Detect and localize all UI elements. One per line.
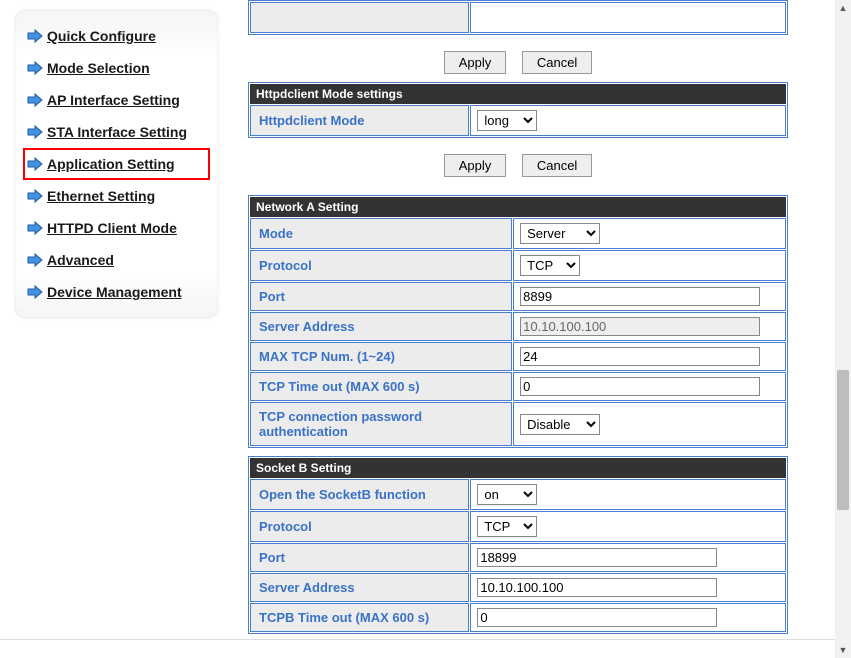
sidebar-item-label: Quick Configure bbox=[47, 28, 156, 44]
server-address-input bbox=[520, 317, 760, 336]
protocol-label: Protocol bbox=[250, 250, 512, 281]
open-socketb-label: Open the SocketB function bbox=[250, 479, 469, 510]
socket-b-section: Socket B Setting Open the SocketB functi… bbox=[248, 456, 788, 634]
arrow-right-icon bbox=[27, 125, 43, 139]
arrow-right-icon bbox=[27, 253, 43, 267]
port-input[interactable] bbox=[477, 548, 717, 567]
server-address-label: Server Address bbox=[250, 573, 469, 602]
httpdclient-mode-select[interactable]: long bbox=[477, 110, 537, 131]
sidebar-item-label: Mode Selection bbox=[47, 60, 150, 76]
open-socketb-select[interactable]: on bbox=[477, 484, 537, 505]
socket-b-header: Socket B Setting bbox=[250, 458, 786, 478]
sidebar-item-label: HTTPD Client Mode bbox=[47, 220, 177, 236]
apply-button[interactable]: Apply bbox=[444, 154, 507, 177]
protocol-label: Protocol bbox=[250, 511, 469, 542]
arrow-right-icon bbox=[27, 189, 43, 203]
max-tcp-label: MAX TCP Num. (1~24) bbox=[250, 342, 512, 371]
button-row-2: Apply Cancel bbox=[248, 146, 788, 185]
tcp-auth-label: TCP connection password authentication bbox=[250, 402, 512, 446]
port-label: Port bbox=[250, 282, 512, 311]
sidebar-menu: Quick Configure Mode Selection AP Interf… bbox=[15, 10, 218, 318]
mode-label: Mode bbox=[250, 218, 512, 249]
server-address-input[interactable] bbox=[477, 578, 717, 597]
port-label: Port bbox=[250, 543, 469, 572]
tcpb-timeout-input[interactable] bbox=[477, 608, 717, 627]
sidebar-item-label: Application Setting bbox=[47, 156, 175, 172]
apply-button[interactable]: Apply bbox=[444, 51, 507, 74]
arrow-right-icon bbox=[27, 157, 43, 171]
httpdclient-mode-label: Httpdclient Mode bbox=[250, 105, 469, 136]
partial-top-section bbox=[248, 0, 788, 35]
sidebar-item-quick-configure[interactable]: Quick Configure bbox=[23, 20, 210, 52]
cancel-button[interactable]: Cancel bbox=[522, 51, 592, 74]
sidebar: Quick Configure Mode Selection AP Interf… bbox=[0, 0, 218, 639]
network-a-header: Network A Setting bbox=[250, 197, 786, 217]
sidebar-item-advanced[interactable]: Advanced bbox=[23, 244, 210, 276]
arrow-right-icon bbox=[27, 61, 43, 75]
arrow-right-icon bbox=[27, 93, 43, 107]
port-input[interactable] bbox=[520, 287, 760, 306]
sidebar-item-label: AP Interface Setting bbox=[47, 92, 180, 108]
sidebar-item-sta-interface[interactable]: STA Interface Setting bbox=[23, 116, 210, 148]
partial-row-value bbox=[470, 2, 786, 33]
tcp-auth-select[interactable]: Disable bbox=[520, 414, 600, 435]
sidebar-item-label: Ethernet Setting bbox=[47, 188, 155, 204]
scroll-thumb[interactable] bbox=[837, 370, 849, 510]
httpdclient-header: Httpdclient Mode settings bbox=[250, 84, 786, 104]
scroll-up-icon[interactable]: ▲ bbox=[835, 0, 851, 16]
mode-select[interactable]: Server bbox=[520, 223, 600, 244]
sidebar-item-ap-interface[interactable]: AP Interface Setting bbox=[23, 84, 210, 116]
scroll-down-icon[interactable]: ▼ bbox=[835, 642, 851, 658]
max-tcp-input[interactable] bbox=[520, 347, 760, 366]
sidebar-item-mode-selection[interactable]: Mode Selection bbox=[23, 52, 210, 84]
sidebar-item-label: Device Management bbox=[47, 284, 182, 300]
arrow-right-icon bbox=[27, 221, 43, 235]
tcp-timeout-input[interactable] bbox=[520, 377, 760, 396]
arrow-right-icon bbox=[27, 29, 43, 43]
arrow-right-icon bbox=[27, 285, 43, 299]
cancel-button[interactable]: Cancel bbox=[522, 154, 592, 177]
tcp-timeout-label: TCP Time out (MAX 600 s) bbox=[250, 372, 512, 401]
httpdclient-section: Httpdclient Mode settings Httpdclient Mo… bbox=[248, 82, 788, 138]
sidebar-item-label: Advanced bbox=[47, 252, 114, 268]
sidebar-item-ethernet-setting[interactable]: Ethernet Setting bbox=[23, 180, 210, 212]
sidebar-item-httpd-client-mode[interactable]: HTTPD Client Mode bbox=[23, 212, 210, 244]
tcpb-timeout-label: TCPB Time out (MAX 600 s) bbox=[250, 603, 469, 632]
vertical-scrollbar[interactable]: ▲ ▼ bbox=[835, 0, 851, 658]
sidebar-item-label: STA Interface Setting bbox=[47, 124, 187, 140]
server-address-label: Server Address bbox=[250, 312, 512, 341]
sidebar-item-device-management[interactable]: Device Management bbox=[23, 276, 210, 308]
network-a-section: Network A Setting Mode Server Protocol T… bbox=[248, 195, 788, 448]
content-area: Apply Cancel Httpdclient Mode settings H… bbox=[218, 0, 835, 639]
partial-row-label bbox=[250, 2, 469, 33]
protocol-select[interactable]: TCP bbox=[477, 516, 537, 537]
protocol-select[interactable]: TCP bbox=[520, 255, 580, 276]
sidebar-item-application-setting[interactable]: Application Setting bbox=[23, 148, 210, 180]
button-row-1: Apply Cancel bbox=[248, 43, 788, 82]
